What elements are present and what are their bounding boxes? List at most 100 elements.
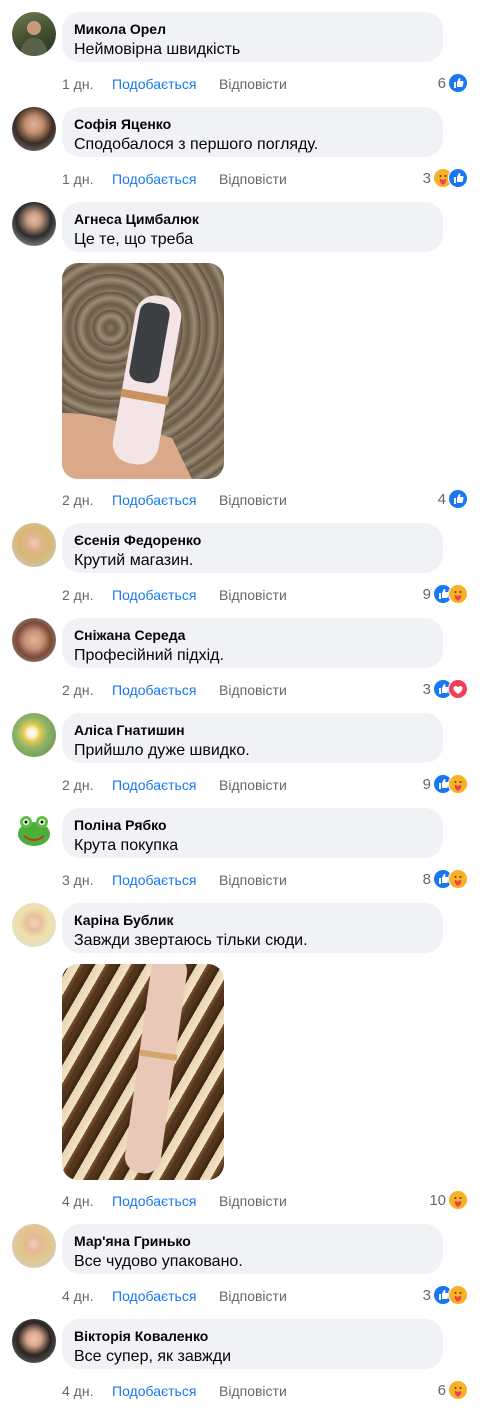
comment-actions: 3 дн. Подобається Відповісти [62, 872, 287, 888]
comment-actions: 4 дн. Подобається Відповісти [62, 1383, 287, 1399]
reply-link[interactable]: Відповісти [219, 76, 287, 92]
comment-text: Це те, що треба [74, 231, 194, 248]
comment-actions: 2 дн. Подобається Відповісти [62, 777, 287, 793]
avatar[interactable] [12, 12, 56, 56]
avatar[interactable] [12, 618, 56, 662]
reaction-count: 9 [422, 775, 431, 793]
avatar[interactable] [12, 1319, 56, 1363]
reaction-summary[interactable]: 4 [438, 489, 468, 509]
comment-actions: 2 дн. Подобається Відповісти [62, 587, 287, 603]
like-link[interactable]: Подобається [112, 1193, 219, 1209]
avatar[interactable] [12, 202, 56, 246]
reaction-summary[interactable]: 8 [423, 869, 468, 889]
comment-author[interactable]: Сніжана Середа [74, 627, 431, 644]
avatar[interactable] [12, 107, 56, 151]
like-link[interactable]: Подобається [112, 492, 219, 508]
avatar[interactable] [12, 523, 56, 567]
comment-time[interactable]: 4 дн. [62, 1288, 112, 1304]
comment-time[interactable]: 2 дн. [62, 492, 112, 508]
reaction-summary[interactable]: 9 [423, 584, 468, 604]
reaction-summary[interactable]: 3 [423, 679, 468, 699]
comment-actions: 2 дн. Подобається Відповісти [62, 492, 287, 508]
reply-link[interactable]: Відповісти [219, 1193, 287, 1209]
reply-link[interactable]: Відповісти [219, 682, 287, 698]
comment-bubble: Агнеса Цимбалюк Це те, що треба [62, 202, 443, 252]
comment-bubble: Мар'яна Гринько Все чудово упаковано. [62, 1224, 443, 1274]
avatar[interactable] [12, 903, 56, 947]
comment-bubble: Софія Яценко Сподобалося з першого погля… [62, 107, 443, 157]
like-link[interactable]: Подобається [112, 777, 219, 793]
comment-text: Прийшло дуже швидко. [74, 742, 250, 759]
like-reaction-icon [448, 489, 468, 509]
like-link[interactable]: Подобається [112, 76, 219, 92]
comment-author[interactable]: Агнеса Цимбалюк [74, 211, 431, 228]
like-link[interactable]: Подобається [112, 171, 219, 187]
reaction-summary[interactable]: 6 [438, 1380, 468, 1400]
avatar[interactable] [12, 1224, 56, 1268]
like-link[interactable]: Подобається [112, 872, 219, 888]
comment-time[interactable]: 3 дн. [62, 872, 112, 888]
like-link[interactable]: Подобається [112, 587, 219, 603]
reaction-summary[interactable]: 9 [423, 774, 468, 794]
reaction-summary[interactable]: 6 [438, 73, 468, 93]
reaction-summary[interactable]: 3 [423, 1285, 468, 1305]
care-reaction-icon [448, 1285, 468, 1305]
like-link[interactable]: Подобається [112, 1288, 219, 1304]
comment-author[interactable]: Єсенія Федоренко [74, 532, 431, 549]
comment-bubble: Сніжана Середа Професійний підхід. [62, 618, 443, 668]
comment-author[interactable]: Аліса Гнатишин [74, 722, 431, 739]
comment-time[interactable]: 1 дн. [62, 76, 112, 92]
comment-photo[interactable] [62, 263, 224, 479]
comment-bubble: Каріна Бублик Завжди звертаюсь тільки сю… [62, 903, 443, 953]
comment-author[interactable]: Каріна Бублик [74, 912, 431, 929]
reaction-summary[interactable]: 10 [429, 1190, 468, 1210]
reaction-count: 3 [422, 680, 431, 698]
comment-author[interactable]: Вікторія Коваленко [74, 1328, 431, 1345]
reply-link[interactable]: Відповісти [219, 492, 287, 508]
avatar[interactable] [12, 713, 56, 757]
reply-link[interactable]: Відповісти [219, 171, 287, 187]
reaction-summary[interactable]: 3 [423, 168, 468, 188]
comment-time[interactable]: 4 дн. [62, 1383, 112, 1399]
comment-photo[interactable] [62, 964, 224, 1180]
care-reaction-icon [448, 1380, 468, 1400]
reply-link[interactable]: Відповісти [219, 777, 287, 793]
comment-time[interactable]: 2 дн. [62, 682, 112, 698]
comment-text: Неймовірна швидкість [74, 41, 241, 58]
comment-actions: 1 дн. Подобається Відповісти [62, 76, 287, 92]
comment-author[interactable]: Микола Орел [74, 21, 431, 38]
comment-text: Крута покупка [74, 837, 179, 854]
comment-bubble: Вікторія Коваленко Все супер, як завжди [62, 1319, 443, 1369]
like-link[interactable]: Подобається [112, 1383, 219, 1399]
like-reaction-icon [448, 168, 468, 188]
comment-text: Крутий магазин. [74, 552, 194, 569]
comment-time[interactable]: 2 дн. [62, 777, 112, 793]
like-reaction-icon [448, 73, 468, 93]
reaction-count: 6 [437, 74, 446, 92]
comment-bubble: Єсенія Федоренко Крутий магазин. [62, 523, 443, 573]
comment-text: Все чудово упаковано. [74, 1253, 243, 1270]
reaction-count: 10 [429, 1191, 446, 1209]
care-reaction-icon [448, 584, 468, 604]
comment-author[interactable]: Мар'яна Гринько [74, 1233, 431, 1250]
comment-author[interactable]: Софія Яценко [74, 116, 431, 133]
care-reaction-icon [448, 869, 468, 889]
reply-link[interactable]: Відповісти [219, 1383, 287, 1399]
care-reaction-icon [448, 774, 468, 794]
reaction-count: 8 [422, 870, 431, 888]
reaction-count: 9 [422, 585, 431, 603]
comment-text: Професійний підхід. [74, 647, 224, 664]
like-link[interactable]: Подобається [112, 682, 219, 698]
comment-time[interactable]: 4 дн. [62, 1193, 112, 1209]
comment-text: Сподобалося з першого погляду. [74, 136, 319, 153]
reply-link[interactable]: Відповісти [219, 1288, 287, 1304]
reply-link[interactable]: Відповісти [219, 587, 287, 603]
comment-actions: 4 дн. Подобається Відповісти [62, 1288, 287, 1304]
comment-time[interactable]: 2 дн. [62, 587, 112, 603]
avatar[interactable] [12, 808, 56, 852]
comment-bubble: Поліна Рябко Крута покупка [62, 808, 443, 858]
comment-time[interactable]: 1 дн. [62, 171, 112, 187]
comment-author[interactable]: Поліна Рябко [74, 817, 431, 834]
love-reaction-icon [448, 679, 468, 699]
reply-link[interactable]: Відповісти [219, 872, 287, 888]
